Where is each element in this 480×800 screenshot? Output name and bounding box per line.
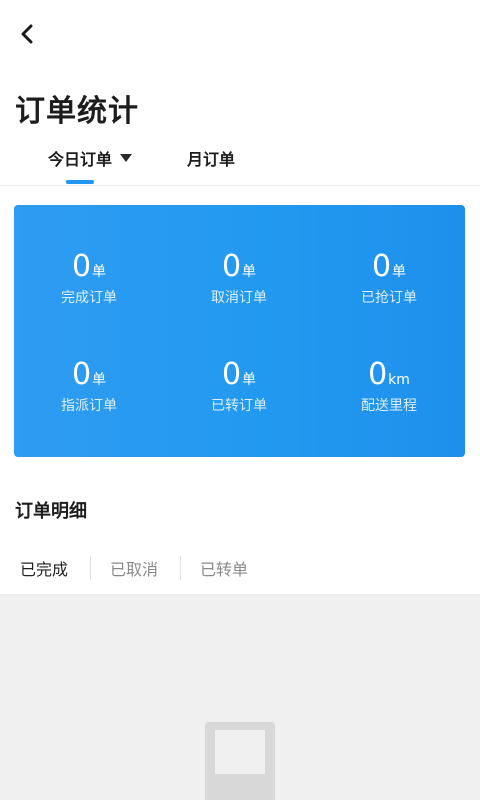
stat-unit: 单 (242, 264, 257, 280)
stat-value: 0 (71, 357, 92, 392)
active-tab-indicator (66, 180, 94, 184)
stat-unit: km (388, 372, 410, 388)
stat-value: 0 (221, 357, 242, 392)
detail-filter-row: 已完成 已取消 已转单 (0, 548, 480, 588)
stat-mileage: 0km 配送里程 (314, 357, 464, 415)
stat-assigned: 0单 指派订单 (14, 357, 164, 415)
stat-value: 0 (371, 249, 392, 284)
back-button[interactable] (12, 20, 44, 52)
top-bar (0, 0, 480, 70)
stat-transferred: 0单 已转订单 (164, 357, 314, 415)
order-list-empty (0, 594, 480, 800)
filter-divider (180, 556, 181, 580)
caret-down-icon (120, 154, 133, 162)
stat-value: 0 (71, 249, 92, 284)
stat-label: 已转订单 (211, 398, 267, 414)
stat-unit: 单 (242, 372, 257, 388)
filter-transferred[interactable]: 已转单 (200, 556, 248, 580)
tab-month-orders[interactable]: 月订单 (187, 146, 235, 170)
stat-unit: 单 (92, 264, 107, 280)
chevron-left-icon (19, 23, 37, 49)
filter-completed[interactable]: 已完成 (20, 556, 68, 580)
stat-value: 0 (221, 249, 242, 284)
page-title: 订单统计 (15, 94, 139, 129)
stat-completed: 0单 完成订单 (14, 249, 164, 307)
tab-today-label: 今日订单 (48, 150, 113, 169)
filter-divider (90, 556, 91, 580)
tab-today-orders[interactable]: 今日订单 (48, 146, 133, 170)
stat-grabbed: 0单 已抢订单 (314, 249, 464, 307)
stat-value: 0 (368, 357, 388, 392)
order-details-title: 订单明细 (15, 501, 87, 522)
stat-cancelled: 0单 取消订单 (164, 249, 314, 307)
tab-month-label: 月订单 (187, 150, 236, 169)
stat-label: 完成订单 (61, 290, 117, 306)
stat-label: 指派订单 (61, 398, 117, 414)
stat-unit: 单 (392, 264, 407, 280)
stat-label: 已抢订单 (361, 290, 417, 306)
stat-unit: 单 (92, 372, 107, 388)
stats-card: 0单 完成订单 0单 取消订单 0单 已抢订单 0单 指派订单 0单 已转订单 … (14, 205, 465, 457)
empty-inbox-icon (203, 718, 277, 800)
stat-label: 取消订单 (211, 290, 267, 306)
order-tabs: 今日订单 月订单 (0, 138, 480, 186)
stat-label: 配送里程 (361, 398, 417, 414)
filter-cancelled[interactable]: 已取消 (110, 556, 158, 580)
